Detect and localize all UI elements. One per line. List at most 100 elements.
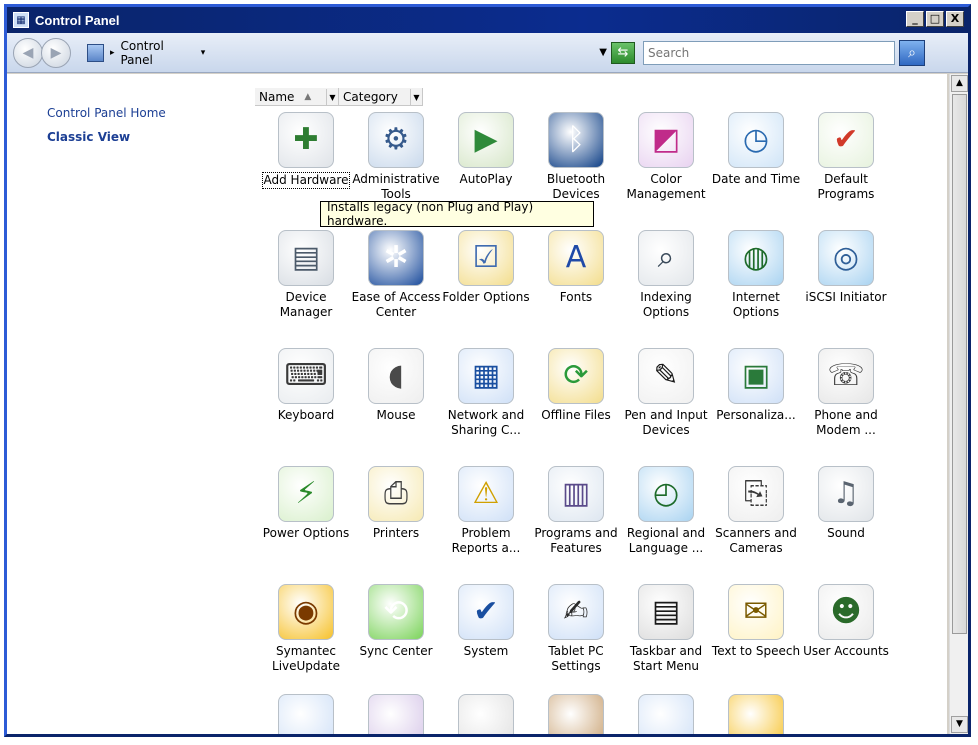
window-title: Control Panel [35, 12, 120, 28]
tablet-icon: ✍ [548, 584, 604, 640]
control-panel-item[interactable] [621, 694, 711, 734]
item-label: User Accounts [803, 644, 889, 658]
control-panel-item[interactable]: ⎙ Printers [351, 466, 441, 541]
item-label: Date and Time [711, 172, 801, 186]
internet-options-icon: ◍ [728, 230, 784, 286]
item-label: Indexing Options [640, 290, 692, 319]
tooltip: Installs legacy (non Plug and Play) hard… [320, 200, 594, 228]
control-panel-item[interactable]: ♫ Sound [801, 466, 891, 541]
control-panel-item[interactable]: ✎ Pen and Input Devices [621, 348, 711, 438]
control-panel-item[interactable]: ✔ System [441, 584, 531, 659]
item-label: Tablet PC Settings [548, 644, 604, 673]
control-panel-item[interactable]: ☏ Phone and Modem ... [801, 348, 891, 438]
control-panel-item[interactable] [351, 694, 441, 734]
control-panel-home-link[interactable]: Control Panel Home [47, 106, 166, 120]
control-panel-item[interactable]: ▥ Programs and Features [531, 466, 621, 556]
partial-item-icon [728, 694, 784, 734]
control-panel-item[interactable]: ▶ AutoPlay [441, 112, 531, 187]
classic-view-link[interactable]: Classic View [47, 130, 130, 144]
column-name[interactable]: Name ▲ ▼ [255, 88, 339, 106]
control-panel-item[interactable]: ◴ Regional and Language ... [621, 466, 711, 556]
control-panel-item[interactable]: ⚠ Problem Reports a... [441, 466, 531, 556]
control-panel-icon [87, 43, 104, 62]
control-panel-item[interactable] [711, 694, 801, 734]
scroll-down-button[interactable]: ▼ [951, 716, 968, 733]
column-header: Name ▲ ▼ Category ▼ [255, 88, 423, 106]
control-panel-item[interactable]: A Fonts [531, 230, 621, 305]
column-category[interactable]: Category ▼ [339, 88, 423, 106]
address-dropdown-button[interactable]: ▼ [599, 47, 607, 58]
forward-button[interactable]: ▶ [41, 37, 71, 68]
control-panel-item[interactable]: ◖ Mouse [351, 348, 441, 423]
item-label: Regional and Language ... [626, 526, 706, 555]
maximize-button[interactable]: □ [926, 11, 944, 27]
refresh-button[interactable]: ⇆ [611, 41, 635, 64]
chevron-down-icon[interactable]: ▼ [410, 89, 422, 105]
title-bar[interactable]: ▦ Control Panel _ □ X [7, 7, 968, 33]
control-panel-item[interactable]: ▤ Device Manager [261, 230, 351, 320]
control-panel-item[interactable]: ☑ Folder Options [441, 230, 531, 305]
indexing-icon: ⌕ [638, 230, 694, 286]
control-panel-item[interactable]: ▤ Taskbar and Start Menu [621, 584, 711, 674]
breadcrumb[interactable]: Control Panel [120, 39, 194, 67]
control-panel-item[interactable]: ◩ Color Management [621, 112, 711, 202]
control-panel-item[interactable]: ✉ Text to Speech [711, 584, 801, 659]
control-panel-item[interactable]: ✲ Ease of Access Center [351, 230, 441, 320]
control-panel-item[interactable] [531, 694, 621, 734]
item-label: Add Hardware [261, 172, 351, 189]
control-panel-item[interactable]: ✔ Default Programs [801, 112, 891, 202]
control-panel-item[interactable]: ⚙ Administrative Tools [351, 112, 441, 202]
scroll-thumb[interactable] [952, 94, 967, 634]
item-label: Text to Speech [711, 644, 801, 658]
control-panel-item[interactable]: ⌨ Keyboard [261, 348, 351, 423]
search-button[interactable]: ⌕ [899, 39, 925, 66]
control-panel-item[interactable]: ᛒ Bluetooth Devices [531, 112, 621, 202]
pen-input-icon: ✎ [638, 348, 694, 404]
vertical-scrollbar[interactable]: ▲ ▼ [949, 74, 968, 734]
control-panel-icon: ▦ [13, 12, 29, 28]
control-panel-item[interactable] [261, 694, 351, 734]
control-panel-item[interactable]: ⌕ Indexing Options [621, 230, 711, 320]
window-controls: _ □ X [906, 11, 964, 27]
control-panel-item[interactable]: ◉ Symantec LiveUpdate [261, 584, 351, 674]
item-label: Folder Options [442, 290, 530, 304]
breadcrumb-arrow-icon[interactable]: ▸ [110, 48, 115, 58]
chevron-down-icon[interactable]: ▼ [326, 89, 338, 105]
address-bar: ◀ ▶ ▸ Control Panel ▾ ▼ ⇆ ⌕ [7, 33, 968, 73]
control-panel-item[interactable]: ✍ Tablet PC Settings [531, 584, 621, 674]
item-label: Internet Options [732, 290, 780, 319]
control-panel-item[interactable]: ◷ Date and Time [711, 112, 801, 187]
control-panel-item[interactable]: ◍ Internet Options [711, 230, 801, 320]
minimize-button[interactable]: _ [906, 11, 924, 27]
control-panel-item[interactable]: ⟲ Sync Center [351, 584, 441, 659]
control-panel-item[interactable]: ✚ Add Hardware [261, 112, 351, 189]
phone-modem-icon: ☏ [818, 348, 874, 404]
item-label: Power Options [262, 526, 350, 540]
control-panel-item[interactable]: ▦ Network and Sharing C... [441, 348, 531, 438]
search-input[interactable] [643, 40, 895, 65]
regional-icon: ◴ [638, 466, 694, 522]
scanner-icon: ⎘ [728, 466, 784, 522]
back-button[interactable]: ◀ [13, 37, 43, 68]
partial-item-icon [368, 694, 424, 734]
close-button[interactable]: X [946, 11, 964, 27]
control-panel-item[interactable] [441, 694, 531, 734]
control-panel-item[interactable]: ⎘ Scanners and Cameras [711, 466, 801, 556]
scroll-up-button[interactable]: ▲ [951, 75, 968, 92]
offline-files-icon: ⟳ [548, 348, 604, 404]
item-label: Programs and Features [534, 526, 618, 555]
control-panel-item[interactable]: ⟳ Offline Files [531, 348, 621, 423]
bluetooth-icon: ᛒ [548, 112, 604, 168]
partial-item-icon [458, 694, 514, 734]
control-panel-item[interactable]: ▣ Personaliza... [711, 348, 801, 423]
control-panel-item[interactable]: ◎ iSCSI Initiator [801, 230, 891, 305]
item-label: Taskbar and Start Menu [629, 644, 703, 673]
partial-item-icon [278, 694, 334, 734]
control-panel-item[interactable]: ☻ User Accounts [801, 584, 891, 659]
item-label: Fonts [559, 290, 593, 304]
add-hardware-icon: ✚ [278, 112, 334, 168]
address-box[interactable]: ▸ Control Panel ▾ ▼ [83, 39, 607, 67]
problem-reports-icon: ⚠ [458, 466, 514, 522]
chevron-down-icon[interactable]: ▾ [201, 48, 206, 58]
control-panel-item[interactable]: ⚡ Power Options [261, 466, 351, 541]
